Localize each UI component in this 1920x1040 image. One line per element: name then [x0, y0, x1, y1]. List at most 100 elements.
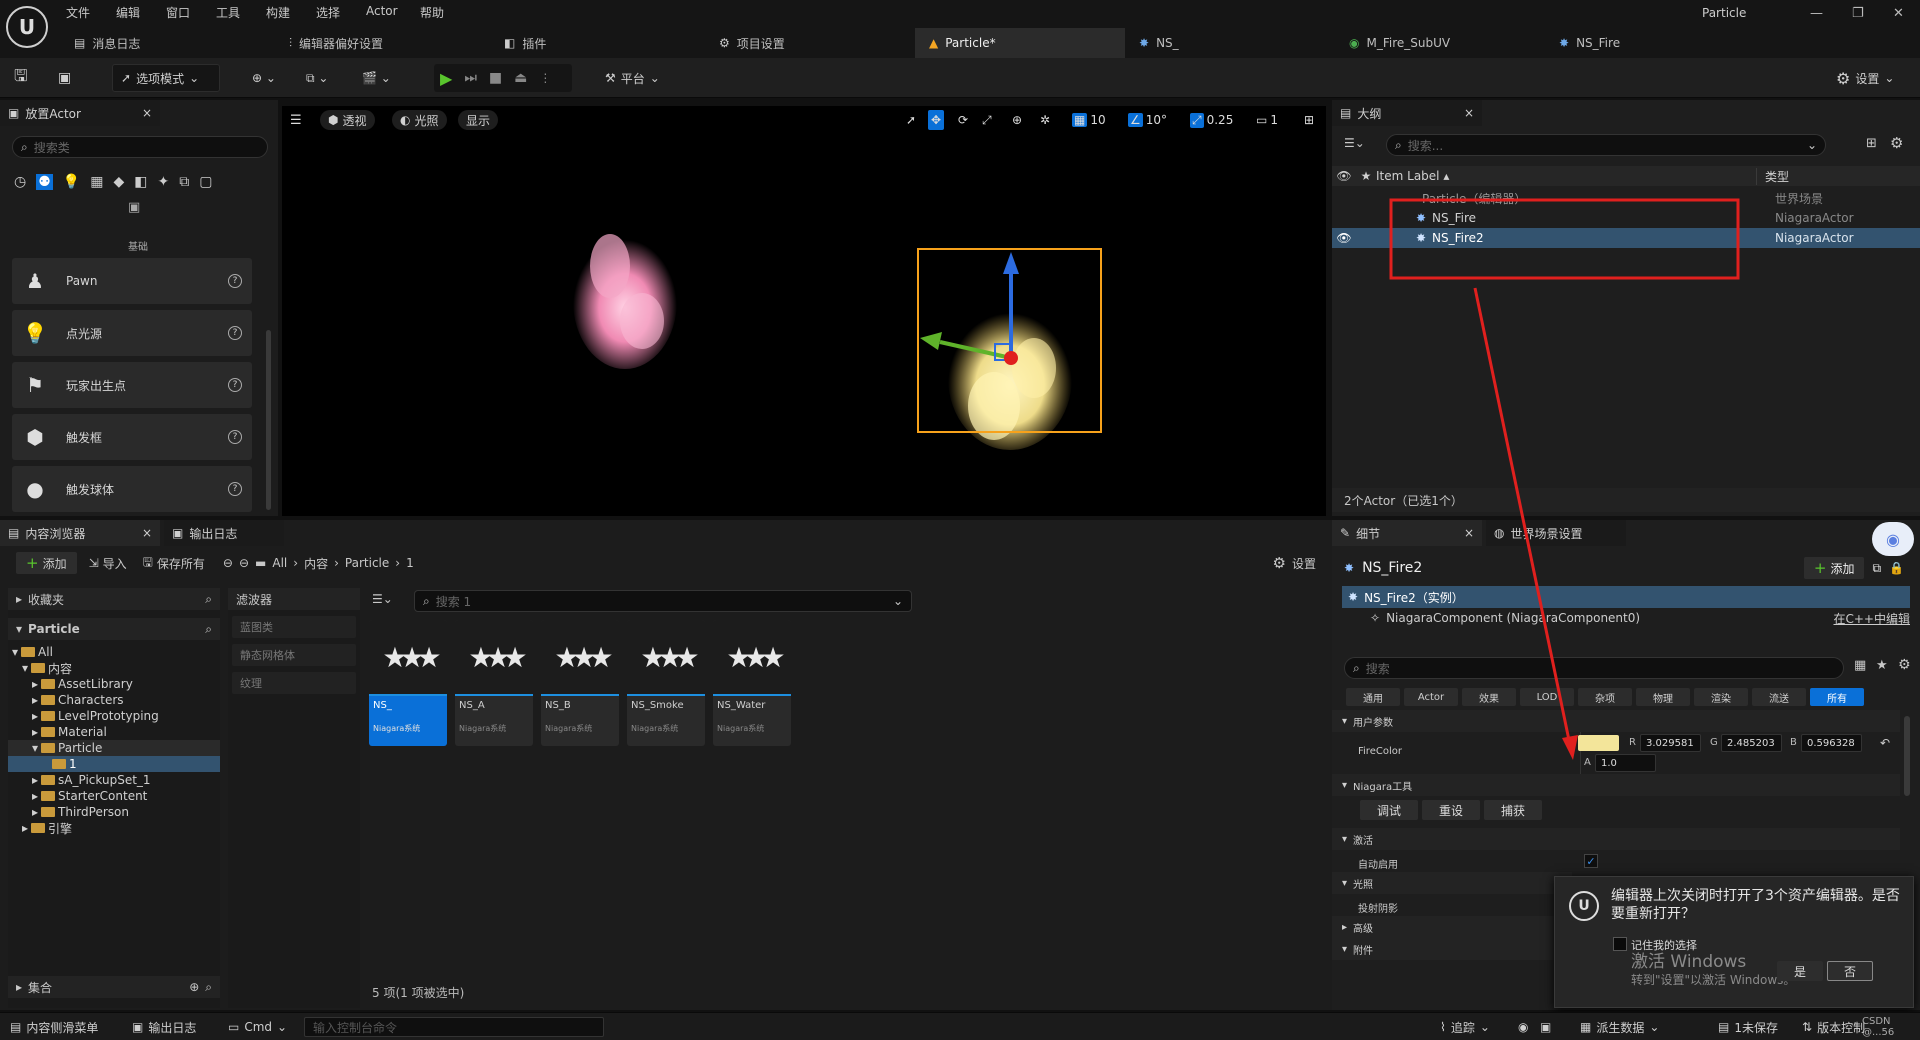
tab-ns-fire[interactable]: ✸ NS_Fire [1545, 28, 1665, 58]
tree-item-characters[interactable]: ▸ Characters [8, 692, 220, 708]
menu-help[interactable]: 帮助 [420, 4, 444, 21]
debug-button[interactable]: 调试 [1360, 800, 1418, 820]
tree-item-startercontent[interactable]: ▸ StarterContent [8, 788, 220, 804]
capture-button[interactable]: 捕获 [1484, 800, 1542, 820]
breadcrumb-particle[interactable]: Particle [345, 556, 389, 570]
minimize-icon[interactable]: — [1810, 6, 1823, 21]
close-icon[interactable]: × [1464, 106, 1474, 120]
import-button[interactable]: ⇲ 导入 [83, 552, 133, 574]
menu-file[interactable]: 文件 [66, 4, 90, 21]
category-actor[interactable]: Actor [1404, 688, 1458, 706]
visibility-header-icon[interactable]: 👁 [1332, 169, 1356, 183]
add-collection-icon[interactable]: ⊕ [189, 980, 199, 994]
category-lod[interactable]: LOD [1520, 688, 1574, 706]
mode-select-button[interactable]: ➚ 选项模式 ⌄ [112, 64, 220, 92]
component-instance-row[interactable]: ✸ NS_Fire2（实例） [1342, 586, 1910, 608]
eye-icon[interactable]: 👁 [1332, 231, 1356, 245]
folder-icon[interactable]: ▬ [255, 556, 266, 570]
platform-button[interactable]: ⚒ 平台 ⌄ [605, 64, 660, 92]
outliner-row-ns-fire[interactable]: ✸ NS_Fire NiagaraActor [1332, 208, 1920, 228]
more-icon[interactable]: ⋮ [539, 71, 551, 85]
place-item-player-start[interactable]: ⚑ 玩家出生点 ? [12, 362, 252, 408]
star-icon[interactable]: ★ [1876, 658, 1888, 673]
close-icon[interactable]: × [142, 106, 152, 120]
tab-details[interactable]: ✎ 细节 × [1332, 520, 1482, 546]
content-drawer-button[interactable]: ▤ 内容侧滑菜单 [10, 1017, 98, 1037]
remember-choice-checkbox[interactable] [1613, 937, 1627, 951]
category-misc[interactable]: 杂项 [1578, 688, 1632, 706]
trace-button[interactable]: ⌇ 追踪 ⌄ [1440, 1017, 1490, 1037]
tree-item-thirdperson[interactable]: ▸ ThirdPerson [8, 804, 220, 820]
tab-plugins[interactable]: ◧ 插件 [490, 28, 705, 58]
recent-icon[interactable]: ◷ [14, 174, 26, 190]
settings-button[interactable]: ⚙ 设置 ⌄ [1836, 64, 1894, 92]
visual-effects-icon[interactable]: ◆ [113, 174, 124, 190]
auto-activate-checkbox[interactable]: ✓ [1584, 854, 1598, 868]
stop-icon[interactable]: ■ [489, 70, 502, 86]
outliner-search-input[interactable]: ⌕ 搜索... ⌄ [1386, 134, 1826, 156]
breadcrumb-all[interactable]: All [272, 556, 287, 570]
content-settings-button[interactable]: ⚙ 设置 [1273, 554, 1316, 572]
outliner-col-type[interactable]: 类型 [1756, 167, 1789, 185]
section-niagara-tools[interactable]: ▾ Niagara工具 [1332, 774, 1900, 796]
fire-color-swatch[interactable] [1578, 735, 1619, 751]
category-rendering[interactable]: 渲染 [1694, 688, 1748, 706]
category-streaming[interactable]: 流送 [1752, 688, 1806, 706]
save-icon[interactable]: 🖫 [14, 64, 28, 92]
b-value-field[interactable]: 0.596328 [1801, 734, 1862, 752]
reset-button[interactable]: 重设 [1422, 800, 1480, 820]
place-scrollbar[interactable] [266, 330, 271, 510]
source-control-button[interactable]: ⇅ 版本控制 [1802, 1017, 1865, 1037]
restore-icon[interactable]: ❐ [1852, 6, 1864, 21]
tab-place-actors[interactable]: ▣ 放置Actor × [0, 100, 160, 126]
particle-root-header[interactable]: ▾ Particle ⌕ [8, 618, 220, 640]
eject-icon[interactable]: ⏏ [514, 70, 527, 86]
details-search-input[interactable]: ⌕ 搜索 [1344, 657, 1844, 679]
place-item-point-light[interactable]: 💡 点光源 ? [12, 310, 252, 356]
search-icon[interactable]: ⌕ [205, 622, 212, 637]
section-activation[interactable]: ▾ 激活 [1332, 828, 1900, 850]
menu-build[interactable]: 构建 [266, 4, 290, 21]
filter-icon[interactable]: ☰⌄ [372, 592, 393, 606]
light-icon[interactable]: 💡 [63, 174, 80, 190]
section-user-params[interactable]: ▾ 用户参数 [1332, 710, 1900, 732]
help-icon[interactable]: ? [228, 326, 242, 340]
collections-header[interactable]: ▸ 集合 ⊕ ⌕ [8, 976, 220, 998]
lock-icon[interactable]: 🔒 [1889, 561, 1904, 575]
section-advanced[interactable]: ▸ 高级 [1332, 916, 1572, 938]
no-button[interactable]: 否 [1827, 961, 1873, 981]
breadcrumb-1[interactable]: 1 [406, 556, 414, 570]
tree-item-sa-pickupset[interactable]: ▸ sA_PickupSet_1 [8, 772, 220, 788]
menu-edit[interactable]: 编辑 [116, 4, 140, 21]
edit-in-cpp-link[interactable]: 在C++中编辑 [1834, 610, 1911, 627]
tree-item-material[interactable]: ▸ Material [8, 724, 220, 740]
a-value-field[interactable]: 1.0 [1595, 754, 1656, 772]
yes-button[interactable]: 是 [1777, 961, 1823, 981]
record-icon[interactable]: ◉ [1518, 1017, 1528, 1037]
filter-blueprint[interactable]: 蓝图类 [232, 616, 356, 638]
g-value-field[interactable]: 2.485203 [1721, 734, 1782, 752]
place-item-trigger-box[interactable]: ⬢ 触发框 ? [12, 414, 252, 460]
tab-editor-preferences[interactable]: ⫶ 编辑器偏好设置 [275, 28, 490, 58]
tab-m-fire-subuv[interactable]: ◉ M_Fire_SubUV [1335, 28, 1545, 58]
pink-fire-effect[interactable] [573, 233, 677, 369]
asset-tile-ns-smoke[interactable]: ★★★ NS_Smoke Niagara系统 [627, 620, 705, 746]
level-viewport[interactable]: ☰ ⬢ 透视 ◐ 光照 显示 ➚ ✥ ⟳ ⤢ ⊕ ✲ ▦ 10 ∠ 10° ⤢ 0.… [282, 106, 1326, 516]
unsaved-button[interactable]: ▤ 1未保存 [1718, 1017, 1778, 1037]
all-classes-icon[interactable]: ⧉ [179, 174, 189, 190]
menu-tools[interactable]: 工具 [216, 4, 240, 21]
reset-arrow-icon[interactable]: ↶ [1880, 736, 1890, 750]
unreal-logo-icon[interactable]: U [6, 6, 48, 48]
tab-outliner[interactable]: ▤ 大纲 × [1332, 100, 1482, 126]
tab-particle-level[interactable]: ▲ Particle* [915, 28, 1125, 58]
help-icon[interactable]: ? [228, 274, 242, 288]
close-icon[interactable]: ✕ [1893, 6, 1904, 21]
category-effects[interactable]: 效果 [1462, 688, 1516, 706]
tab-project-settings[interactable]: ⚙ 项目设置 [705, 28, 915, 58]
browse-icon[interactable]: ▣ [58, 64, 71, 92]
back-icon[interactable]: ⊖ [223, 556, 233, 570]
category-general[interactable]: 通用 [1346, 688, 1400, 706]
tree-item-levelprototyping[interactable]: ▸ LevelPrototyping [8, 708, 220, 724]
filter-icon[interactable]: ☰⌄ [1344, 136, 1365, 150]
tree-item-all[interactable]: ▾ All [8, 644, 220, 660]
